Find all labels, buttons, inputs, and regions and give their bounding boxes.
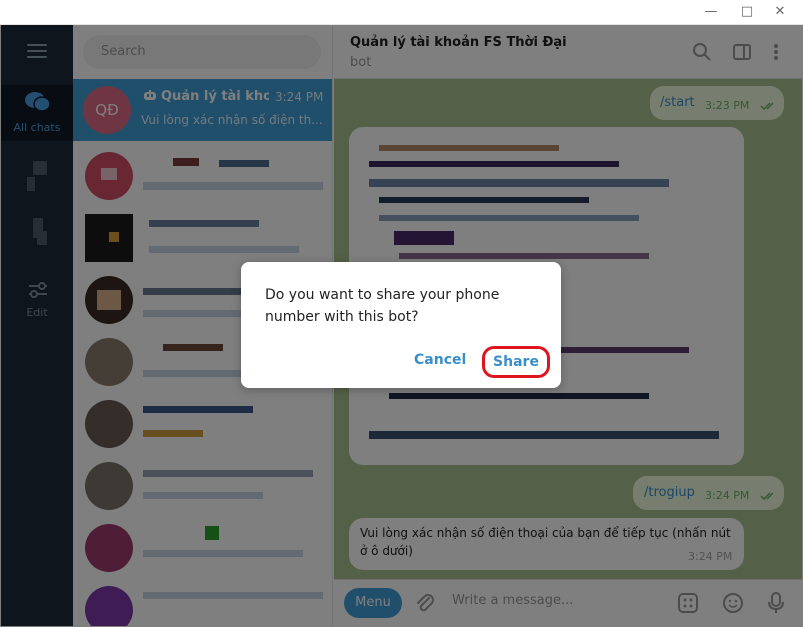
minimize-icon[interactable]: — [696,2,726,22]
share-button[interactable]: Share [482,346,550,378]
dialog-message: Do you want to share your phone number w… [265,287,500,325]
maximize-icon[interactable]: □ [732,2,762,22]
share-phone-dialog: Do you want to share your phone number w… [241,262,561,388]
window-titlebar: — □ ✕ [0,0,803,25]
close-icon[interactable]: ✕ [765,2,795,22]
cancel-button[interactable]: Cancel [414,352,466,368]
